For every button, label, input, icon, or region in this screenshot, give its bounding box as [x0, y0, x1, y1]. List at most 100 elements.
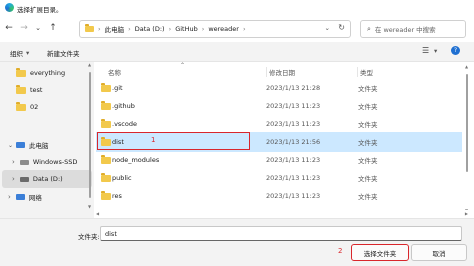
- sidebar-item-this-pc[interactable]: ⌄ 此电脑: [8, 136, 49, 154]
- sort-up-chevron-icon: ⌃: [180, 62, 186, 69]
- file-type: 文件夹: [358, 193, 378, 201]
- command-toolbar: 组织 ▾ 新建文件夹 ☰ ▾ ?: [0, 42, 474, 62]
- sidebar-item-02[interactable]: 02: [8, 98, 38, 116]
- folder-field-label: 文件夹:: [78, 233, 100, 241]
- list-item[interactable]: node_modules 2023/1/13 11:23 文件夹: [96, 150, 462, 170]
- breadcrumb-data-drive[interactable]: Data (D:): [135, 25, 165, 33]
- file-list-scrollbar[interactable]: ▲ ▼: [464, 62, 470, 218]
- address-bar[interactable]: › 此电脑 › Data (D:) › GitHub › wereader › …: [79, 20, 351, 38]
- folder-name-field[interactable]: dist: [100, 226, 462, 241]
- file-date: 2023/1/13 11:23: [266, 102, 321, 110]
- folder-name-value: dist: [105, 229, 117, 238]
- navigation-pane: everything test 02 ⌄ 此电脑 › Windows-SSD ›…: [0, 62, 94, 218]
- file-name: public: [112, 174, 132, 182]
- sidebar-item-data-drive[interactable]: › Data (D:): [2, 170, 92, 188]
- list-item[interactable]: .github 2023/1/13 11:23 文件夹: [96, 96, 462, 116]
- cancel-button[interactable]: 取消: [411, 244, 467, 261]
- chevron-down-icon[interactable]: ⌄: [8, 142, 13, 149]
- file-date: 2023/1/13 11:23: [266, 120, 321, 128]
- breadcrumb-wereader[interactable]: wereader: [208, 25, 239, 33]
- forward-arrow-icon[interactable]: →: [19, 23, 29, 33]
- list-item[interactable]: .git 2023/1/13 21:28 文件夹: [96, 78, 462, 98]
- list-item[interactable]: res 2023/1/13 11:23 文件夹: [96, 186, 462, 206]
- sidebar-scroll-down-icon[interactable]: ▼: [88, 204, 91, 209]
- cancel-label: 取消: [432, 249, 446, 258]
- file-date: 2023/1/13 21:56: [266, 138, 321, 146]
- chevron-down-icon[interactable]: ⌄: [33, 23, 43, 33]
- list-item[interactable]: public 2023/1/13 11:23 文件夹: [96, 168, 462, 188]
- back-arrow-icon[interactable]: ←: [4, 23, 14, 33]
- address-dropdown-chevron-icon[interactable]: ⌄: [325, 24, 330, 32]
- folder-icon: [101, 191, 111, 200]
- organize-button[interactable]: 组织 ▾: [10, 48, 29, 58]
- h-scroll-right-icon[interactable]: ▶: [465, 211, 468, 216]
- list-item[interactable]: .vscode 2023/1/13 11:23 文件夹: [96, 114, 462, 134]
- breadcrumb-separator-icon: ›: [242, 25, 246, 33]
- file-name: .github: [112, 102, 135, 110]
- sidebar-scroll-up-icon[interactable]: ▲: [88, 62, 91, 67]
- sidebar-item-network[interactable]: › 网络: [8, 188, 42, 206]
- help-icon[interactable]: ?: [451, 46, 460, 55]
- chevron-right-icon[interactable]: ›: [8, 193, 11, 201]
- up-arrow-icon[interactable]: ↑: [48, 23, 58, 33]
- file-type: 文件夹: [358, 121, 378, 129]
- sidebar-item-label: Windows-SSD: [32, 158, 78, 166]
- sidebar-item-windows-ssd[interactable]: › Windows-SSD: [12, 153, 77, 171]
- app-icon: [5, 3, 14, 12]
- folder-icon: [101, 173, 111, 182]
- column-header-type[interactable]: 类型: [357, 67, 373, 77]
- h-scroll-left-icon[interactable]: ◀: [96, 211, 99, 216]
- new-folder-button[interactable]: 新建文件夹: [47, 48, 80, 58]
- file-type: 文件夹: [358, 157, 378, 165]
- breadcrumb-this-pc[interactable]: 此电脑: [105, 24, 125, 34]
- navigation-bar: ← → ⌄ ↑ › 此电脑 › Data (D:) › GitHub › wer…: [0, 16, 474, 42]
- sidebar-scroll-thumb[interactable]: [89, 72, 91, 198]
- view-options-icon[interactable]: ☰: [422, 46, 429, 55]
- network-icon: [15, 194, 25, 200]
- file-name: node_modules: [112, 156, 160, 164]
- folder-icon: [16, 84, 26, 94]
- chevron-down-icon: ▾: [26, 49, 30, 57]
- file-name: .git: [112, 84, 123, 92]
- file-type: 文件夹: [358, 175, 378, 183]
- chevron-right-icon[interactable]: ›: [12, 175, 15, 183]
- sidebar-item-everything[interactable]: everything: [8, 64, 65, 82]
- folder-icon: [85, 24, 94, 32]
- column-header-name[interactable]: 名称: [108, 67, 121, 77]
- file-scroll-thumb[interactable]: [466, 74, 468, 172]
- breadcrumb-separator-icon: ›: [168, 25, 172, 33]
- chevron-right-icon[interactable]: ›: [12, 158, 15, 166]
- file-type: 文件夹: [358, 103, 378, 111]
- file-name: res: [112, 192, 122, 200]
- file-type: 文件夹: [358, 85, 378, 93]
- sidebar-item-label: 网络: [28, 194, 42, 202]
- breadcrumb-github[interactable]: GitHub: [175, 25, 198, 33]
- horizontal-scrollbar[interactable]: ◀ ▶: [94, 210, 470, 218]
- breadcrumb-separator-icon: ›: [128, 25, 131, 33]
- sidebar-item-label: 此电脑: [29, 142, 49, 150]
- file-date: 2023/1/13 11:23: [266, 156, 321, 164]
- window-title: 选择扩展目录。: [17, 6, 63, 14]
- dialog-footer: 文件夹: dist 2 选择文件夹 取消: [0, 218, 474, 266]
- sidebar-item-label: 02: [30, 103, 39, 111]
- refresh-icon[interactable]: ↻: [338, 23, 345, 32]
- sidebar-item-test[interactable]: test: [8, 81, 42, 99]
- folder-picker-dialog: 选择扩展目录。 ← → ⌄ ↑ › 此电脑 › Data (D:) › GitH…: [0, 0, 474, 266]
- select-folder-button[interactable]: 选择文件夹: [351, 244, 409, 261]
- select-folder-label: 选择文件夹: [363, 249, 397, 258]
- sidebar-item-label: Data (D:): [32, 175, 63, 183]
- folder-icon: [101, 119, 111, 128]
- sidebar-scrollbar[interactable]: ▲ ▼: [88, 62, 92, 212]
- search-box[interactable]: ⌕ 在 wereader 中搜索: [360, 20, 466, 38]
- file-scroll-up-icon[interactable]: ▲: [465, 64, 468, 69]
- folder-icon: [16, 67, 26, 77]
- folder-icon: [101, 83, 111, 92]
- organize-label: 组织: [10, 50, 23, 58]
- chevron-down-icon[interactable]: ▾: [434, 47, 437, 55]
- annotation-number-1: 1: [151, 136, 156, 144]
- breadcrumb-separator-icon: ›: [98, 25, 101, 33]
- search-input[interactable]: 在 wereader 中搜索: [375, 24, 436, 34]
- column-header-date[interactable]: 修改日期: [266, 67, 295, 77]
- breadcrumb-separator-icon: ›: [201, 25, 205, 33]
- search-icon: ⌕: [367, 24, 371, 33]
